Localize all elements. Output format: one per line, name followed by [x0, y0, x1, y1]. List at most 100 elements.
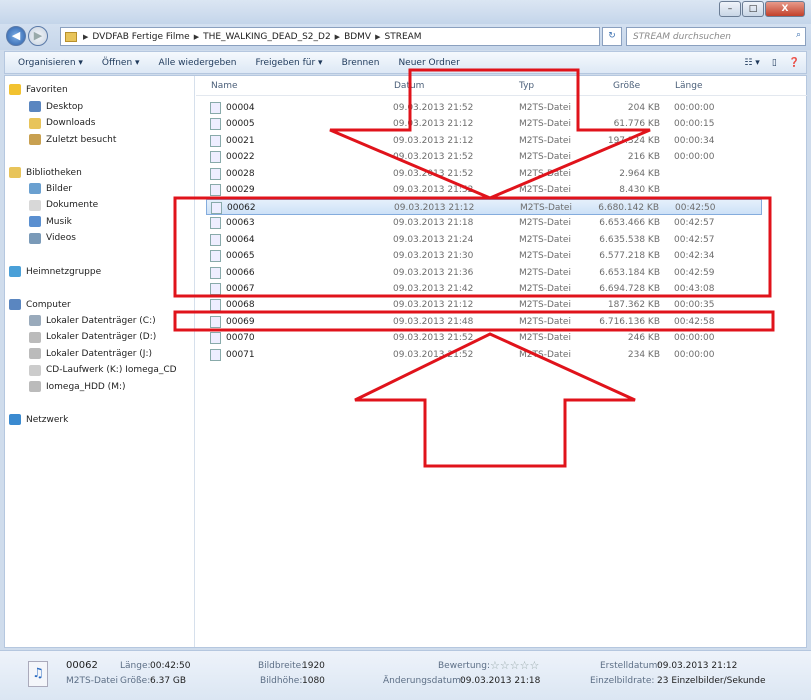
play-all-button[interactable]: Alle wiedergeben — [159, 58, 237, 68]
file-row[interactable]: 00028 09.03.2013 21:52 M2TS-Datei 2.964 … — [206, 166, 762, 182]
file-row[interactable]: 00005 09.03.2013 21:12 M2TS-Datei 61.776… — [206, 116, 762, 132]
framerate-label: Einzelbildrate: — [590, 676, 655, 686]
fav-1-icon — [29, 117, 41, 129]
sidebar-item-computer[interactable]: Computer — [9, 297, 71, 312]
sidebar-item-favorites[interactable]: Favoriten — [9, 82, 68, 97]
explorer-pane: Favoriten Desktop Downloads Zuletzt besucht… — [4, 75, 807, 648]
sidebar-item-lib-1[interactable]: Dokumente — [29, 198, 98, 213]
file-size: 234 KB — [627, 349, 660, 360]
file-size: 6.653.184 KB — [599, 267, 660, 278]
sidebar-item-lib-2[interactable]: Musik — [29, 214, 72, 229]
sidebar-item-label: Dokumente — [46, 200, 99, 210]
file-type: M2TS-Datei — [519, 333, 571, 344]
file-name: 00071 — [226, 349, 255, 360]
m2ts-file-icon — [210, 299, 221, 312]
search-input[interactable]: STREAM durchsuchen ⌕ — [626, 27, 806, 46]
file-row[interactable]: 00066 09.03.2013 21:36 M2TS-Datei 6.653.… — [206, 265, 762, 281]
column-type[interactable]: Typ — [519, 81, 534, 91]
organize-button[interactable]: Organisieren ▾ — [18, 58, 83, 68]
file-row[interactable]: 00063 09.03.2013 21:18 M2TS-Datei 6.653.… — [206, 215, 762, 231]
file-row[interactable]: 00022 09.03.2013 21:52 M2TS-Datei 216 KB… — [206, 149, 762, 165]
column-size[interactable]: Größe — [613, 81, 640, 91]
file-length: 00:42:57 — [674, 218, 715, 229]
file-row[interactable]: 00069 09.03.2013 21:48 M2TS-Datei 6.716.… — [206, 314, 762, 330]
file-row[interactable]: 00062 09.03.2013 21:12 M2TS-Datei 6.680.… — [206, 198, 762, 215]
file-date: 09.03.2013 21:52 — [393, 185, 474, 196]
file-date: 09.03.2013 21:12 — [393, 119, 474, 130]
help-icon[interactable]: ❓ — [789, 58, 800, 68]
sidebar-item-homegroup[interactable]: Heimnetzgruppe — [9, 264, 101, 279]
file-size: 61.776 KB — [613, 119, 660, 130]
file-row[interactable]: 00021 09.03.2013 21:12 M2TS-Datei 197.32… — [206, 133, 762, 149]
column-name[interactable]: Name — [211, 81, 238, 91]
sidebar-item-lib-3[interactable]: Videos — [29, 231, 76, 246]
maximize-button[interactable]: □ — [742, 1, 764, 17]
m2ts-file-icon — [210, 217, 221, 230]
sidebar-item-drive-4[interactable]: Iomega_HDD (M:) — [29, 379, 126, 394]
rating-stars[interactable]: ☆☆☆☆☆ — [490, 659, 539, 672]
file-date: 09.03.2013 21:12 — [393, 135, 474, 146]
column-date[interactable]: Datum — [394, 81, 424, 91]
framerate-value: 23 Einzelbilder/Sekunde — [657, 676, 766, 686]
breadcrumb-1[interactable]: THE_WALKING_DEAD_S2_D2 — [203, 32, 331, 42]
file-row[interactable]: 00070 09.03.2013 21:52 M2TS-Datei 246 KB… — [206, 330, 762, 346]
sidebar-item-fav-2[interactable]: Zuletzt besucht — [29, 132, 116, 147]
file-type: M2TS-Datei — [519, 185, 571, 196]
breadcrumb-0[interactable]: DVDFAB Fertige Filme — [92, 32, 189, 42]
new-folder-button[interactable]: Neuer Ordner — [398, 58, 459, 68]
breadcrumb-2[interactable]: BDMV — [344, 32, 371, 42]
size-value: 6.37 GB — [150, 676, 187, 686]
file-row[interactable]: 00064 09.03.2013 21:24 M2TS-Datei 6.635.… — [206, 232, 762, 248]
sidebar-item-fav-0[interactable]: Desktop — [29, 99, 83, 114]
file-type: M2TS-Datei — [519, 267, 571, 278]
sidebar-item-drive-0[interactable]: Lokaler Datenträger (C:) — [29, 313, 156, 328]
file-type: M2TS-Datei — [519, 168, 571, 179]
view-options-icon[interactable]: ☷ ▾ — [744, 58, 759, 68]
file-name: 00065 — [226, 251, 255, 262]
breadcrumb-3[interactable]: STREAM — [384, 32, 421, 42]
sidebar-item-label: Musik — [46, 216, 72, 227]
sidebar-item-fav-1[interactable]: Downloads — [29, 116, 95, 131]
file-row[interactable]: 00071 09.03.2013 21:52 M2TS-Datei 234 KB… — [206, 347, 762, 363]
close-button[interactable]: X — [765, 1, 805, 17]
lib-3-icon — [29, 232, 41, 244]
minimize-button[interactable]: – — [719, 1, 741, 17]
file-length: 00:00:34 — [674, 135, 715, 146]
file-row[interactable]: 00067 09.03.2013 21:42 M2TS-Datei 6.694.… — [206, 281, 762, 297]
m2ts-file-icon — [210, 332, 221, 345]
sidebar-item-network[interactable]: Netzwerk — [9, 412, 68, 427]
file-date: 09.03.2013 21:12 — [393, 300, 474, 311]
sidebar-item-label: Lokaler Datenträger (C:) — [46, 315, 156, 326]
back-button[interactable]: ◀ — [6, 26, 26, 46]
height-value: 1080 — [302, 676, 325, 686]
m2ts-file-icon — [210, 266, 221, 279]
m2ts-file-icon — [210, 315, 221, 328]
file-type: M2TS-Datei — [519, 251, 571, 262]
open-button[interactable]: Öffnen ▾ — [102, 58, 140, 68]
file-type: M2TS-Datei — [519, 283, 571, 294]
sidebar-item-drive-3[interactable]: CD-Laufwerk (K:) Iomega_CD — [29, 363, 177, 378]
refresh-button[interactable]: ↻ — [602, 27, 622, 46]
lib-2-icon — [29, 216, 41, 227]
share-button[interactable]: Freigeben für ▾ — [255, 58, 322, 68]
forward-button[interactable]: ▶ — [28, 26, 48, 46]
preview-pane-icon[interactable]: ▯ — [772, 58, 777, 68]
file-name: 00066 — [226, 267, 255, 278]
computer-icon — [9, 299, 21, 310]
sidebar-item-lib-0[interactable]: Bilder — [29, 181, 72, 196]
file-row[interactable]: 00004 09.03.2013 21:52 M2TS-Datei 204 KB… — [206, 100, 762, 116]
file-row[interactable]: 00029 09.03.2013 21:52 M2TS-Datei 8.430 … — [206, 182, 762, 198]
burn-button[interactable]: Brennen — [342, 58, 380, 68]
file-row[interactable]: 00065 09.03.2013 21:30 M2TS-Datei 6.577.… — [206, 248, 762, 264]
sidebar-item-drive-2[interactable]: Lokaler Datenträger (J:) — [29, 346, 152, 361]
size-label: Größe: — [120, 676, 151, 686]
sidebar-item-label: Bilder — [46, 183, 73, 194]
sidebar-item-libraries[interactable]: Bibliotheken — [9, 165, 82, 180]
file-row[interactable]: 00068 09.03.2013 21:12 M2TS-Datei 187.36… — [206, 297, 762, 313]
address-bar[interactable]: ▶ DVDFAB Fertige Filme ▶ THE_WALKING_DEAD_… — [60, 27, 600, 46]
drive-3-icon — [29, 364, 41, 376]
column-length[interactable]: Länge — [675, 81, 702, 91]
sidebar-item-drive-1[interactable]: Lokaler Datenträger (D:) — [29, 330, 156, 345]
file-length: 00:42:34 — [674, 251, 715, 262]
modified-label: Änderungsdatum: — [383, 676, 464, 686]
